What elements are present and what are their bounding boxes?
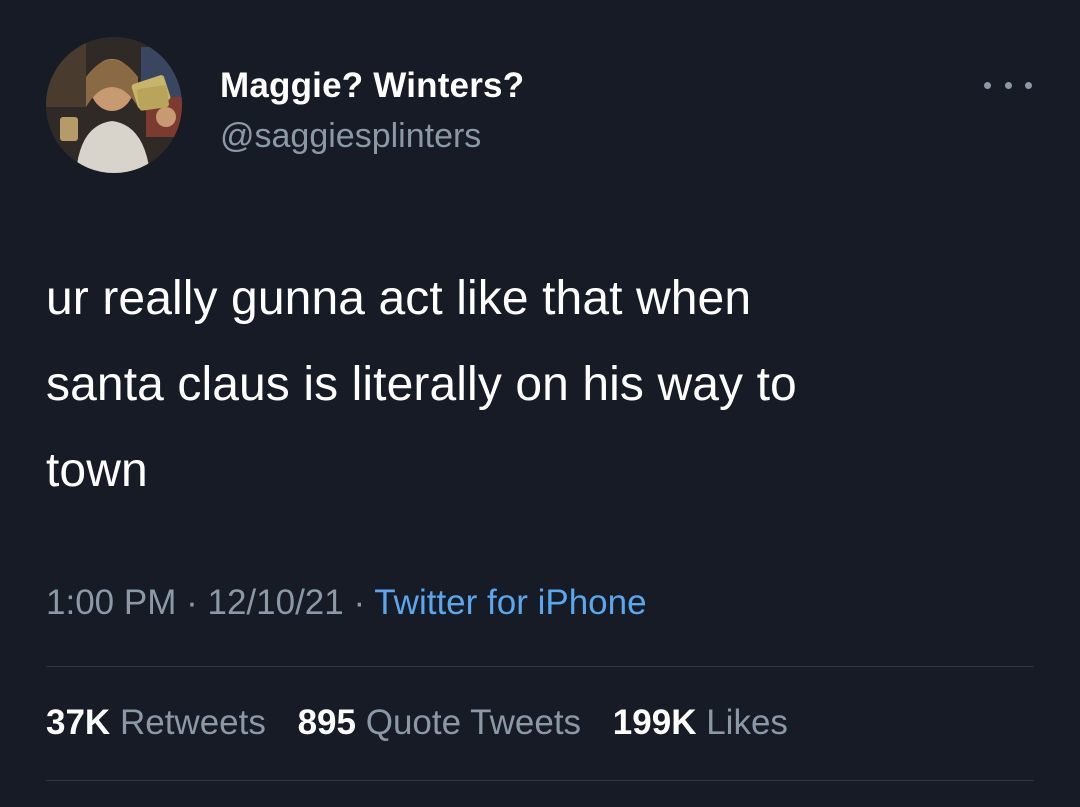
tweet-time[interactable]: 1:00 PM <box>46 583 176 622</box>
quote-tweets-stat[interactable]: 895 Quote Tweets <box>298 703 581 742</box>
tweet-source-link[interactable]: Twitter for iPhone <box>374 583 646 622</box>
more-options-button[interactable] <box>984 72 1032 98</box>
quote-tweets-count: 895 <box>297 703 356 742</box>
likes-label: Likes <box>706 703 788 742</box>
tweet-stats: 37K Retweets 895 Quote Tweets 199K Likes <box>46 703 810 743</box>
tweet-card: Maggie? Winters? @saggiesplinters ur rea… <box>0 0 1080 807</box>
quote-tweets-label: Quote Tweets <box>365 703 582 742</box>
tweet-text-line: santa claus is literally on his way to <box>46 358 797 411</box>
avatar-photo <box>46 37 182 173</box>
likes-count: 199K <box>612 703 697 742</box>
tweet-text: ur really gunna act like that when santa… <box>46 256 1036 514</box>
tweet-date[interactable]: 12/10/21 <box>207 583 343 622</box>
more-horizontal-icon <box>984 81 991 89</box>
divider <box>46 666 1034 667</box>
tweet-meta: 1:00 PM · 12/10/21 · Twitter for iPhone <box>46 583 647 623</box>
avatar[interactable] <box>46 37 182 173</box>
retweets-stat[interactable]: 37K Retweets <box>46 703 266 742</box>
tweet-text-line: town <box>46 444 148 497</box>
meta-separator: · <box>186 583 198 622</box>
retweets-label: Retweets <box>119 703 266 742</box>
author-display-name[interactable]: Maggie? Winters? <box>220 66 524 106</box>
meta-separator: · <box>353 583 366 622</box>
author-handle[interactable]: @saggiesplinters <box>220 117 481 156</box>
retweets-count: 37K <box>46 703 111 742</box>
divider <box>46 780 1034 781</box>
more-horizontal-icon-dot <box>1004 81 1012 89</box>
more-horizontal-icon-dot <box>1025 81 1032 89</box>
tweet-text-line: ur really gunna act like that when <box>46 272 752 325</box>
likes-stat[interactable]: 199K Likes <box>613 703 788 742</box>
